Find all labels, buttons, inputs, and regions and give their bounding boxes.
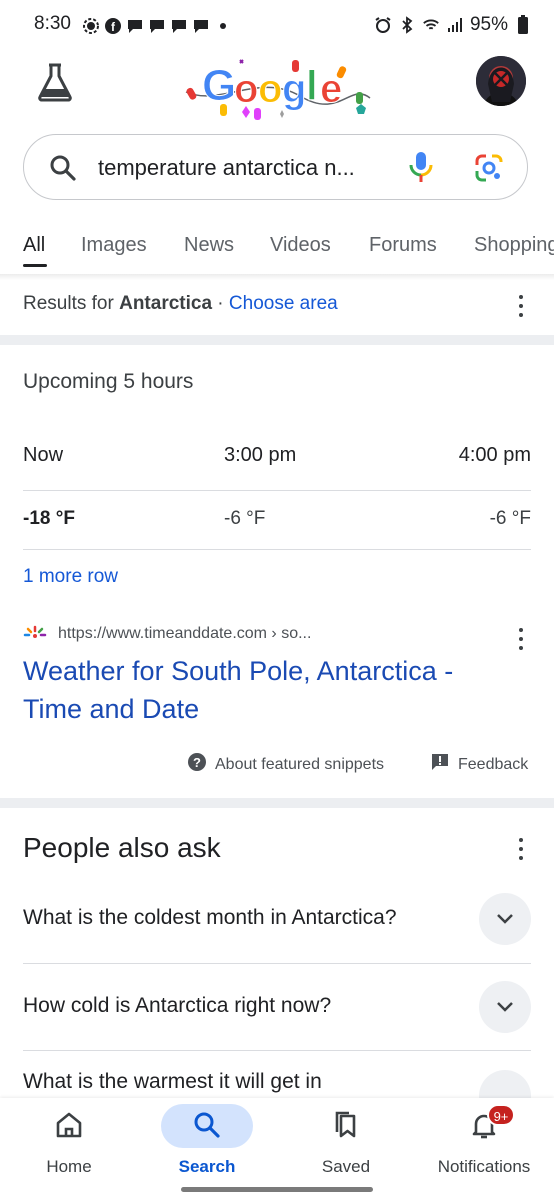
search-bar[interactable]: temperature antarctica n... [23, 134, 528, 200]
nav-home[interactable]: Home [0, 1098, 138, 1200]
feedback-label: Feedback [458, 755, 529, 773]
svg-text:o: o [258, 67, 282, 111]
nav-home-label: Home [46, 1157, 92, 1176]
notification-icons: f [82, 16, 232, 36]
nav-notifications-label: Notifications [437, 1157, 531, 1176]
nav-search[interactable]: Search [138, 1098, 276, 1200]
result-more-options-icon[interactable] [518, 628, 524, 650]
tab-forums[interactable]: Forums [369, 234, 437, 257]
tab-images[interactable]: Images [81, 234, 147, 257]
status-time: 8:30 [34, 13, 71, 34]
choose-area-link[interactable]: Choose area [229, 293, 338, 314]
nav-notifications[interactable]: 9+ Notifications [415, 1098, 553, 1200]
paa-question[interactable]: What is the coldest month in Antarctica? [23, 906, 397, 930]
nav-search-label: Search [178, 1157, 236, 1176]
bottom-navigation: Home Search Saved 9+ Notifications [0, 1098, 554, 1200]
search-tabs: All Images News Videos Forums Shopping [0, 222, 554, 276]
results-for-more-options-icon[interactable] [518, 295, 524, 317]
more-rows-link[interactable]: 1 more row [23, 566, 118, 588]
svg-text:o: o [234, 67, 258, 111]
result-source-url[interactable]: https://www.timeanddate.com › so... [58, 625, 311, 643]
weather-row-divider [23, 549, 531, 550]
results-for-place: Antarctica [119, 293, 213, 314]
tab-news[interactable]: News [184, 234, 234, 257]
weather-row-divider [23, 490, 531, 491]
status-bar: 8:30 f 95% [0, 0, 554, 52]
weather-time-3pm: 3:00 pm [224, 444, 297, 466]
chat-icon [148, 17, 166, 35]
active-tab-indicator [23, 264, 47, 267]
paa-more-options-icon[interactable] [518, 838, 524, 860]
labs-flask-icon[interactable] [36, 62, 74, 102]
nav-saved-label: Saved [321, 1157, 371, 1176]
nav-saved[interactable]: Saved [277, 1098, 415, 1200]
paa-expand-button[interactable] [479, 893, 531, 945]
saved-bookmarks-icon [331, 1110, 361, 1140]
gesture-handle[interactable] [181, 1187, 373, 1192]
chat-icon [170, 17, 188, 35]
people-also-ask-heading: People also ask [23, 832, 221, 863]
tab-videos[interactable]: Videos [270, 234, 331, 257]
weather-temp-now: -18 °F [23, 508, 75, 529]
more-notifications-dot-icon [214, 17, 232, 35]
notifications-badge: 9+ [487, 1104, 515, 1126]
result-title-link[interactable]: Weather for South Pole, Antarctica - Tim… [23, 652, 513, 728]
paa-divider [23, 963, 531, 964]
timeanddate-favicon-icon [23, 625, 47, 641]
section-divider [0, 335, 554, 345]
search-icon [49, 154, 77, 182]
bluetooth-icon [398, 16, 416, 34]
home-icon [54, 1110, 84, 1140]
svg-text:G: G [202, 61, 236, 110]
weather-time-4pm: 4:00 pm [458, 444, 531, 466]
battery-icon [514, 15, 532, 34]
profile-avatar[interactable] [476, 56, 526, 106]
battery-percent: 95% [469, 14, 508, 35]
voice-search-mic-icon[interactable] [407, 151, 435, 183]
paa-expand-button[interactable] [479, 981, 531, 1033]
google-doodle-logo[interactable]: G o o g l e [180, 52, 374, 124]
tab-shopping[interactable]: Shopping [474, 234, 554, 257]
weather-temp-3pm: -6 °F [224, 508, 266, 529]
weather-heading: Upcoming 5 hours [23, 370, 194, 393]
svg-text:l: l [306, 62, 318, 109]
paa-question[interactable]: How cold is Antarctica right now? [23, 994, 331, 1018]
chevron-down-icon [497, 1002, 513, 1012]
results-for-separator: · [212, 293, 229, 314]
cell-signal-icon [446, 16, 464, 34]
section-divider [0, 798, 554, 808]
alarm-icon [374, 16, 392, 34]
about-featured-snippets-label: About featured snippets [215, 755, 385, 773]
facebook-icon: f [104, 17, 122, 35]
paa-question[interactable]: What is the warmest it will get in [23, 1070, 322, 1094]
search-icon [192, 1110, 222, 1140]
paa-divider [23, 1050, 531, 1051]
search-input[interactable]: temperature antarctica n... [98, 155, 355, 181]
tab-all[interactable]: All [23, 234, 45, 257]
weather-time-now: Now [23, 444, 64, 466]
weather-temp-4pm: -6 °F [489, 508, 531, 529]
svg-text:?: ? [193, 755, 201, 770]
results-for-prefix: Results for [23, 293, 120, 314]
status-right: 95% [374, 14, 532, 36]
about-featured-snippets[interactable]: ? About featured snippets [187, 752, 384, 777]
svg-text:g: g [282, 67, 306, 111]
feedback-button[interactable]: Feedback [430, 752, 528, 777]
help-circle-icon: ? [187, 752, 207, 777]
chat-icon [192, 17, 210, 35]
signal-app-icon [82, 17, 100, 35]
results-for-line: Results for Antarctica · Choose area [23, 293, 338, 315]
chat-icon [126, 17, 144, 35]
chevron-down-icon [497, 914, 513, 924]
wifi-icon [422, 16, 440, 34]
tabs-divider [0, 274, 554, 280]
feedback-icon [430, 752, 450, 777]
google-lens-icon[interactable] [474, 153, 504, 183]
